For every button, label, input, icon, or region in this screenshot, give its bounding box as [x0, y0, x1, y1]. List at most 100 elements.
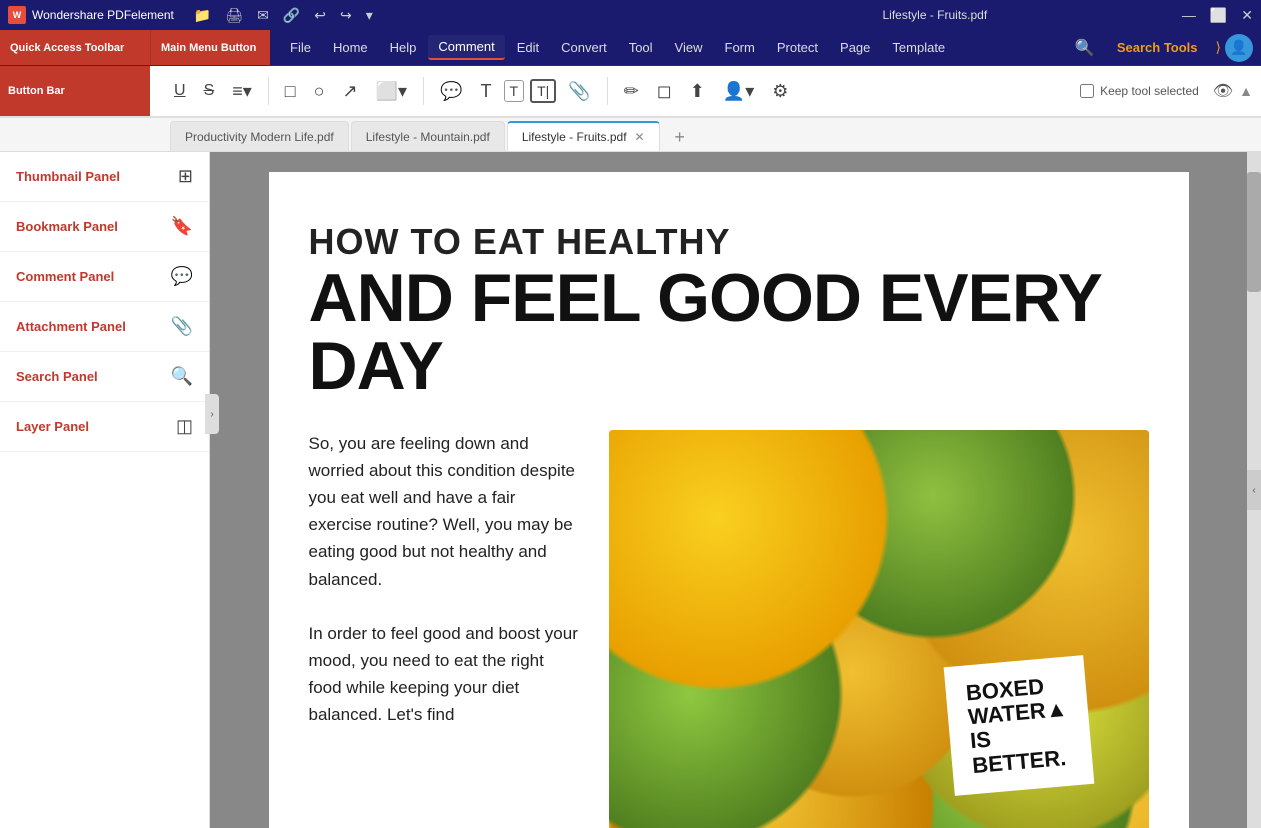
pdf-heading-small: HOW TO EAT HEALTHY	[309, 222, 1149, 262]
text-tool[interactable]: T	[475, 77, 498, 106]
tab-label-mountain: Lifestyle - Mountain.pdf	[366, 130, 490, 144]
email-icon[interactable]: ✉	[257, 7, 269, 24]
main-menu-button[interactable]: Main Menu Button	[150, 30, 270, 65]
attachment-tool[interactable]: 📎	[562, 77, 596, 106]
separator-1	[268, 77, 269, 105]
strikethrough-tool[interactable]: S	[198, 78, 221, 104]
left-panel: Thumbnail Panel ⊞ Bookmark Panel 🔖 Comme…	[0, 152, 210, 828]
keep-tool-checkbox[interactable]	[1080, 84, 1094, 98]
thumbnail-panel-item[interactable]: Thumbnail Panel ⊞	[0, 152, 209, 202]
close-button[interactable]: ✕	[1241, 7, 1253, 24]
bookmark-panel-label: Bookmark Panel	[16, 219, 171, 234]
pdf-body-area: So, you are feeling down and worried abo…	[309, 430, 1149, 828]
search-tools-arrow-icon: ⟩	[1212, 39, 1225, 56]
panel-collapse-arrow[interactable]: ›	[205, 394, 219, 434]
menu-comment[interactable]: Comment	[428, 35, 504, 60]
attachment-panel-item[interactable]: Attachment Panel 📎	[0, 302, 209, 352]
sticky-note-tool[interactable]: 💬	[434, 77, 468, 106]
menu-help[interactable]: Help	[380, 36, 427, 59]
tab-close-icon[interactable]: ✕	[635, 130, 645, 144]
button-bar-label: Button Bar	[0, 66, 150, 116]
menu-template[interactable]: Template	[882, 36, 955, 59]
right-collapse-arrow[interactable]: ‹	[1247, 470, 1261, 510]
search-panel-item[interactable]: Search Panel 🔍	[0, 352, 209, 402]
link-icon[interactable]: 🔗	[283, 7, 300, 24]
signature-tool[interactable]: 👤▾	[717, 77, 760, 106]
eraser-tool[interactable]: ◻	[651, 77, 678, 106]
minimize-button[interactable]: —	[1182, 7, 1196, 24]
layer-panel-item[interactable]: Layer Panel ◫	[0, 402, 209, 452]
undo-icon[interactable]: ↩	[314, 7, 326, 24]
ellipse-tool[interactable]: ○	[308, 77, 331, 106]
search-panel-icon: 🔍	[171, 366, 193, 387]
comment-tools: U S ≡▾ □ ○ ↗ ⬜▾ 💬 T T T| 📎 ✏ ◻ ⬆ 👤▾ ⚙	[168, 77, 794, 106]
window-controls[interactable]: — ⬜ ✕	[1182, 7, 1253, 24]
menu-page[interactable]: Page	[830, 36, 880, 59]
arrow-tool[interactable]: ↗	[337, 77, 364, 106]
app-name: Wondershare PDFelement	[32, 8, 174, 22]
add-tab-button[interactable]: +	[666, 123, 694, 151]
print-icon[interactable]: 🖨	[225, 7, 243, 24]
maximize-button[interactable]: ⬜	[1210, 7, 1227, 24]
pdf-paragraph-2: In order to feel good and boost your moo…	[309, 620, 579, 729]
quick-access-toolbar-label: Quick Access Toolbar	[0, 30, 150, 65]
collapse-button[interactable]: ▲	[1239, 83, 1253, 99]
vertical-scrollbar[interactable]: ‹	[1247, 152, 1261, 828]
pdf-viewer[interactable]: HOW TO EAT HEALTHY AND FEEL GOOD EVERY D…	[210, 152, 1247, 828]
menu-items: File Home Help Comment Edit Convert Tool…	[270, 35, 1067, 60]
pdf-content: HOW TO EAT HEALTHY AND FEEL GOOD EVERY D…	[269, 172, 1189, 828]
quick-toolbar: 📁 🖨 ✉ 🔗 ↩ ↪ ▾	[194, 7, 688, 24]
tab-bar: Productivity Modern Life.pdf Lifestyle -…	[0, 118, 1261, 152]
keep-tool-label: Keep tool selected	[1100, 84, 1199, 98]
bookmark-panel-item[interactable]: Bookmark Panel 🔖	[0, 202, 209, 252]
layer-panel-icon: ◫	[176, 416, 193, 437]
button-bar: Button Bar U S ≡▾ □ ○ ↗ ⬜▾ 💬 T T T| 📎 ✏ …	[0, 66, 1261, 118]
fruits-image: BOXED WATER▲ IS BETTER.	[609, 430, 1149, 828]
pdf-paragraph-1: So, you are feeling down and worried abo…	[309, 430, 579, 593]
separator-2	[423, 77, 424, 105]
menu-file[interactable]: File	[280, 36, 321, 59]
search-magnifier-icon[interactable]: 🔍	[1067, 34, 1103, 62]
comment-panel-item[interactable]: Comment Panel 💬	[0, 252, 209, 302]
tab-label-fruits: Lifestyle - Fruits.pdf	[522, 130, 627, 144]
text-box-tool[interactable]: T	[504, 80, 525, 102]
menu-protect[interactable]: Protect	[767, 36, 828, 59]
boxed-water-label: BOXED WATER▲ IS BETTER.	[944, 655, 1094, 795]
scroll-thumb[interactable]	[1247, 172, 1261, 292]
rectangle-tool[interactable]: □	[279, 77, 302, 106]
menu-convert[interactable]: Convert	[551, 36, 617, 59]
text-field-tool[interactable]: T|	[530, 79, 556, 103]
comment-panel-icon: 💬	[171, 266, 193, 287]
tab-productivity[interactable]: Productivity Modern Life.pdf	[170, 121, 349, 151]
tab-fruits[interactable]: Lifestyle - Fruits.pdf ✕	[507, 121, 660, 151]
pdf-image-column: BOXED WATER▲ IS BETTER.	[609, 430, 1149, 828]
eye-icon[interactable]: 👁	[1213, 81, 1233, 101]
menu-form[interactable]: Form	[715, 36, 765, 59]
search-tools-label[interactable]: Search Tools	[1103, 36, 1212, 59]
stamp-tool[interactable]: ⬆	[684, 77, 711, 106]
pdf-text-column: So, you are feeling down and worried abo…	[309, 430, 579, 828]
separator-3	[607, 77, 608, 105]
tab-mountain[interactable]: Lifestyle - Mountain.pdf	[351, 121, 505, 151]
highlight-tool[interactable]: ≡▾	[226, 77, 258, 106]
menu-home[interactable]: Home	[323, 36, 378, 59]
menu-tool[interactable]: Tool	[619, 36, 663, 59]
menu-edit[interactable]: Edit	[507, 36, 549, 59]
dropdown-icon[interactable]: ▾	[366, 7, 373, 24]
user-avatar[interactable]: 👤	[1225, 34, 1253, 62]
menu-view[interactable]: View	[665, 36, 713, 59]
layer-panel-label: Layer Panel	[16, 419, 176, 434]
pen-tool[interactable]: ✏	[618, 77, 645, 106]
open-icon[interactable]: 📁	[194, 7, 211, 24]
attachment-panel-icon: 📎	[171, 316, 193, 337]
search-panel-label: Search Panel	[16, 369, 171, 384]
pdf-heading-large: AND FEEL GOOD EVERY DAY	[309, 264, 1149, 400]
callout-tool[interactable]: ⬜▾	[370, 77, 413, 106]
keep-tool-option: Keep tool selected 👁	[1080, 81, 1233, 101]
more-tool[interactable]: ⚙	[766, 77, 794, 106]
underline-tool[interactable]: U	[168, 78, 192, 104]
app-icon: W	[8, 6, 26, 24]
attachment-panel-label: Attachment Panel	[16, 319, 171, 334]
redo-icon[interactable]: ↪	[340, 7, 352, 24]
comment-panel-label: Comment Panel	[16, 269, 171, 284]
